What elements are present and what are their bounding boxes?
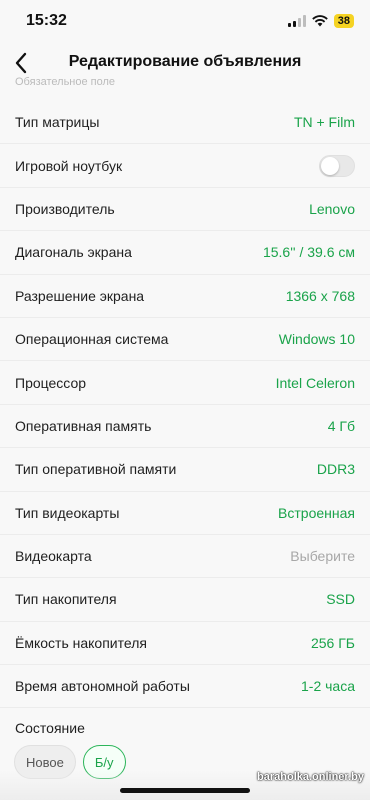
row-gaming-laptop: Игровой ноутбук [0,144,370,188]
wifi-icon [311,15,328,27]
row-value: TN + Film [293,114,355,131]
row-gpu-type[interactable]: Тип видеокарты Встроенная [0,492,370,535]
row-label: Игровой ноутбук [15,157,123,174]
row-manufacturer[interactable]: Производитель Lenovo [0,188,370,232]
attributes-list: Тип матрицы TN + Film Игровой ноутбук Пр… [0,101,370,709]
row-label: Ёмкость накопителя [15,634,147,651]
status-time: 15:32 [26,12,67,29]
row-label: Разрешение экрана [15,287,145,304]
row-label: Диагональ экрана [15,244,132,261]
row-matrix-type[interactable]: Тип матрицы TN + Film [0,101,370,145]
row-value: Lenovo [309,200,355,217]
page-title: Редактирование объявления [68,53,302,70]
row-label: Тип матрицы [15,114,100,131]
toggle-knob [321,156,339,175]
row-gpu[interactable]: Видеокарта Выберите [0,535,370,579]
row-storage-type[interactable]: Тип накопителя SSD [0,578,370,622]
row-ram-type[interactable]: Тип оперативной памяти DDR3 [0,448,370,492]
row-value: SSD [326,591,355,608]
home-indicator [120,788,250,793]
row-ram[interactable]: Оперативная память 4 Гб [0,405,370,449]
row-label: Тип оперативной памяти [15,461,177,478]
signal-icon [287,15,306,27]
row-value: Intel Celeron [275,374,355,391]
row-label: Время автономной работы [15,678,190,695]
row-value: 1-2 часа [301,678,355,695]
row-operating-system[interactable]: Операционная система Windows 10 [0,318,370,362]
row-processor[interactable]: Процессор Intel Celeron [0,361,370,405]
row-battery-life[interactable]: Время автономной работы 1-2 часа [0,665,370,709]
row-label: Оперативная память [15,417,152,434]
row-label: Тип видеокарты [15,504,120,521]
row-value: Windows 10 [278,331,355,348]
row-value: DDR3 [316,461,355,478]
row-screen-resolution[interactable]: Разрешение экрана 1366 x 768 [0,275,370,318]
watermark: baraholka.onliner.by [257,771,364,783]
row-value: 4 Гб [327,417,355,434]
row-value: 256 ГБ [310,634,355,651]
row-label: Видеокарта [15,548,92,565]
row-label: Процессор [15,374,87,391]
row-storage-capacity[interactable]: Ёмкость накопителя 256 ГБ [0,622,370,666]
status-bar: 15:32 38 [0,0,370,44]
battery-icon: 38 [333,14,354,28]
required-field-hint: Обязательное поле [15,76,116,88]
row-value: 1366 x 768 [285,287,355,304]
row-label: Операционная система [15,331,169,348]
row-value: Встроенная [278,504,355,521]
condition-label: Состояние [15,720,85,736]
row-value: 15.6'' / 39.6 см [262,244,355,261]
status-icons: 38 [287,14,354,28]
row-label: Тип накопителя [15,591,117,608]
row-screen-diagonal[interactable]: Диагональ экрана 15.6'' / 39.6 см [0,231,370,275]
gaming-laptop-toggle[interactable] [319,154,355,177]
row-value-placeholder: Выберите [290,548,355,565]
row-label: Производитель [15,200,115,217]
